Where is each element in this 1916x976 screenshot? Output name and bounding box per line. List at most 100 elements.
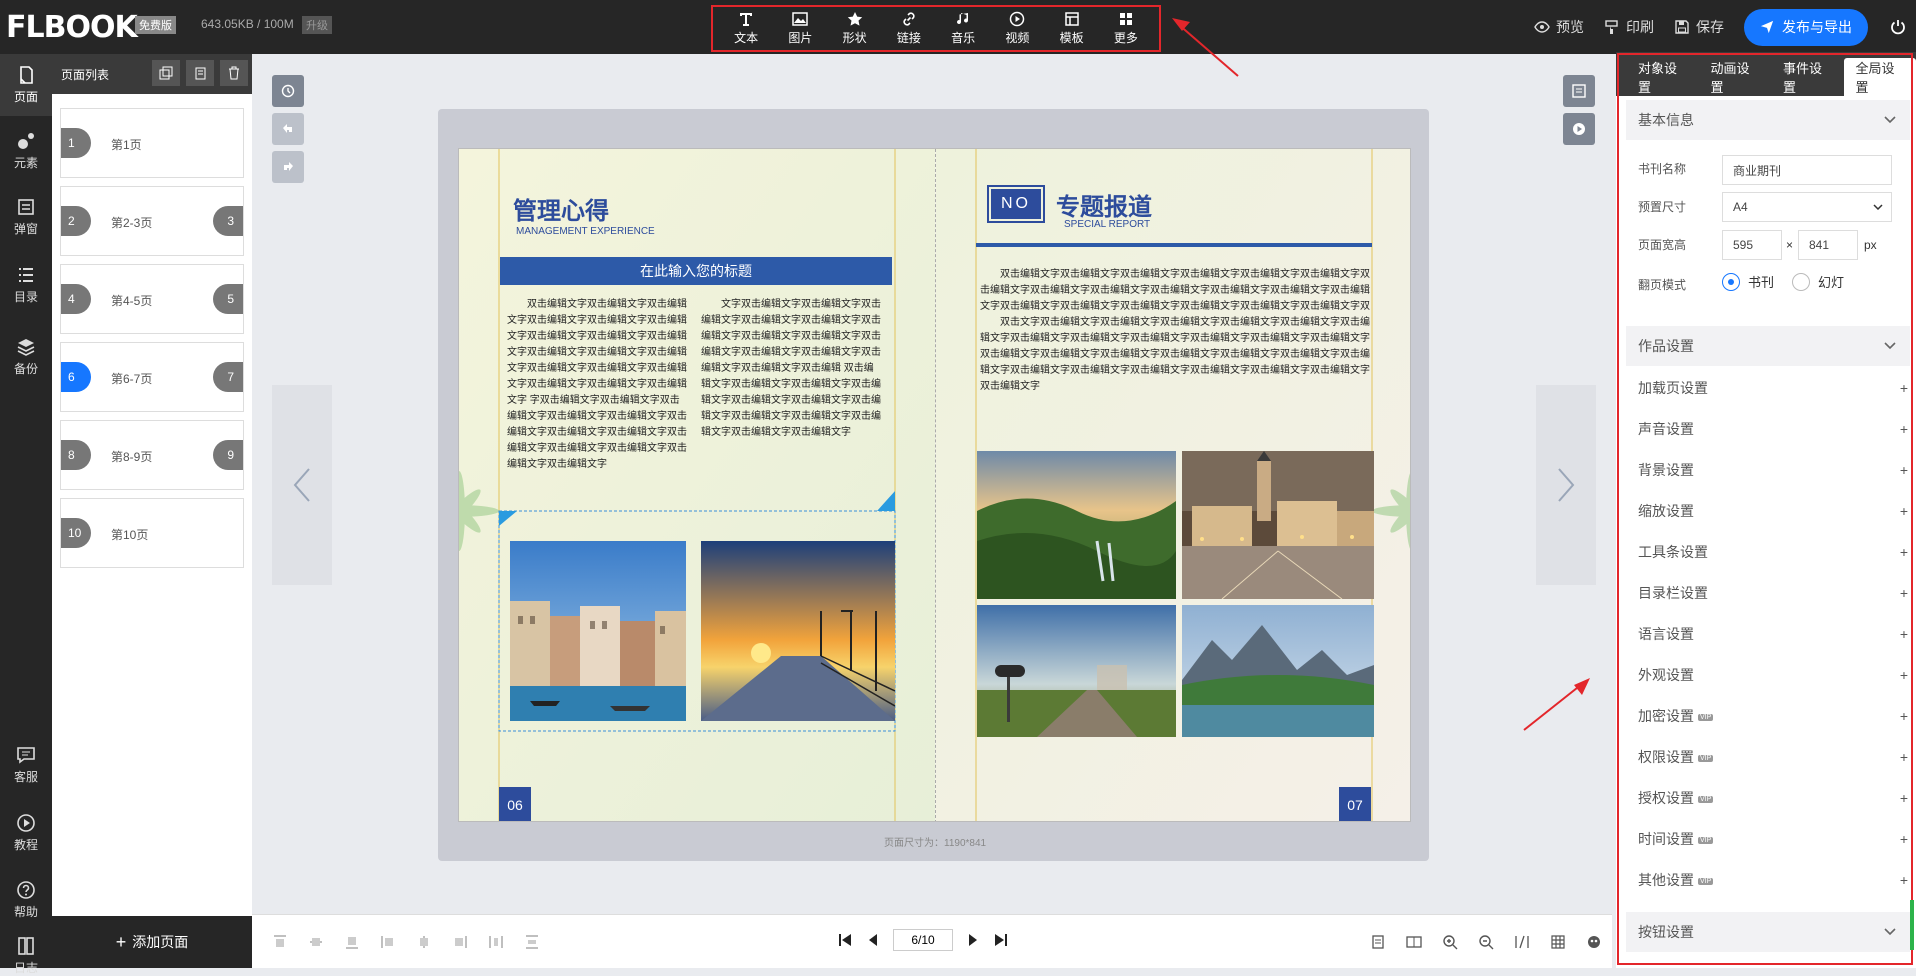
fit-icon[interactable] xyxy=(1514,934,1530,950)
delete-page-button[interactable] xyxy=(220,60,248,86)
page-thumb-8-9[interactable]: 8 第8-9页 9 xyxy=(60,420,244,490)
page-input[interactable] xyxy=(893,929,953,951)
body-text-col1[interactable]: 双击编辑文字双击编辑文字双击编辑文字双击编辑文字双击编辑文字双击编辑文字双击编辑… xyxy=(507,297,687,491)
setting-background[interactable]: 背景设置+ xyxy=(1638,450,1908,490)
undo-button[interactable] xyxy=(272,113,304,145)
page-height-input[interactable]: 841 xyxy=(1798,230,1858,260)
nav-backup[interactable]: 备份 xyxy=(0,326,52,388)
nav-elements[interactable]: 元素 xyxy=(0,120,52,182)
page-thumb-6-7[interactable]: 6 第6-7页 7 xyxy=(60,342,244,412)
flip-mode-slide-radio[interactable]: 幻灯 xyxy=(1792,272,1844,291)
publish-button[interactable]: 发布与导出 xyxy=(1744,9,1868,46)
zoom-out-icon[interactable] xyxy=(1478,934,1494,950)
copy-page-button[interactable] xyxy=(152,60,180,86)
nav-help[interactable]: 帮助 xyxy=(0,869,52,931)
setting-authorization[interactable]: 授权设置VIP+ xyxy=(1638,778,1908,818)
page-width-input[interactable]: 595 xyxy=(1722,230,1782,260)
setting-toolbar[interactable]: 工具条设置+ xyxy=(1638,532,1908,572)
body-text-para2[interactable]: 双击文字双击编辑文字双击编辑文字双击编辑文字双击编辑文字双击编辑文字双击编辑文字… xyxy=(980,315,1370,395)
power-button[interactable] xyxy=(1880,19,1916,35)
prev-page-arrow[interactable] xyxy=(272,385,332,585)
setting-time[interactable]: 时间设置VIP+ xyxy=(1638,819,1908,859)
prev-page-icon[interactable] xyxy=(865,932,881,948)
tool-more[interactable]: 更多 xyxy=(1101,11,1151,46)
play-preview-button[interactable] xyxy=(1563,113,1595,145)
preview-button[interactable]: 预览 xyxy=(1534,17,1584,37)
basic-info-header[interactable]: 基本信息 xyxy=(1626,100,1910,140)
theme-icon[interactable] xyxy=(1586,934,1602,950)
tool-link[interactable]: 链接 xyxy=(884,11,934,46)
nav-tutorial[interactable]: 教程 xyxy=(0,802,52,864)
nav-page[interactable]: 页面 xyxy=(0,54,52,116)
photo-venice[interactable] xyxy=(510,541,686,721)
setting-encryption[interactable]: 加密设置VIP+ xyxy=(1638,696,1908,736)
book-name-input[interactable]: 商业期刊 xyxy=(1722,155,1892,185)
tab-object-settings[interactable]: 对象设置 xyxy=(1626,58,1699,96)
photo-mountain-lake[interactable] xyxy=(1182,605,1374,737)
align-left-icon[interactable] xyxy=(380,934,396,950)
add-page-button[interactable]: + 添加页面 xyxy=(52,916,252,968)
first-page-icon[interactable] xyxy=(837,932,853,948)
page-7[interactable]: NO 专题报道 SPECIAL REPORT 双击编辑文字双击编辑文字双击编辑文… xyxy=(936,149,1411,822)
setting-other[interactable]: 其他设置VIP+ xyxy=(1638,860,1908,900)
page-thumb-2-3[interactable]: 2 第2-3页 3 xyxy=(60,186,244,256)
settings-scrollbar[interactable] xyxy=(1910,900,1914,950)
distribute-h-icon[interactable] xyxy=(488,934,504,950)
zoom-in-icon[interactable] xyxy=(1442,934,1458,950)
setting-sound[interactable]: 声音设置+ xyxy=(1638,409,1908,449)
section-title[interactable]: 专题报道 xyxy=(1056,187,1152,222)
redo-button[interactable] xyxy=(272,151,304,183)
section-subtitle[interactable]: MANAGEMENT EXPERIENCE xyxy=(516,226,655,237)
next-page-arrow[interactable] xyxy=(1536,385,1596,585)
align-top-icon[interactable] xyxy=(272,934,288,950)
page-thumb-1[interactable]: 1 第1页 xyxy=(60,108,244,178)
body-text-para1[interactable]: 双击编辑文字双击编辑文字双击编辑文字双击编辑文字双击编辑文字双击编辑文字双击编辑… xyxy=(980,267,1370,315)
next-page-icon[interactable] xyxy=(965,932,981,948)
print-button[interactable]: 印刷 xyxy=(1604,17,1654,37)
headline-bar[interactable]: 在此输入您的标题 xyxy=(500,257,892,285)
setting-loading-page[interactable]: 加载页设置+ xyxy=(1638,368,1908,408)
nav-popup[interactable]: 弹窗 xyxy=(0,186,52,248)
page-settings-button[interactable] xyxy=(1563,75,1595,107)
tool-text[interactable]: 文本 xyxy=(721,11,771,46)
tool-music[interactable]: 音乐 xyxy=(938,11,988,46)
nav-log[interactable]: 日志 xyxy=(0,936,52,976)
flip-mode-book-radio[interactable]: 书刊 xyxy=(1722,272,1774,291)
page-6[interactable]: 管理心得 MANAGEMENT EXPERIENCE 在此输入您的标题 双击编辑… xyxy=(459,149,935,822)
save-button[interactable]: 保存 xyxy=(1674,17,1724,37)
align-center-icon[interactable] xyxy=(416,934,432,950)
duplicate-page-button[interactable] xyxy=(186,60,214,86)
button-settings-header[interactable]: 按钮设置 xyxy=(1626,912,1910,952)
tab-global-settings[interactable]: 全局设置 xyxy=(1844,58,1916,96)
tool-template[interactable]: 模板 xyxy=(1047,11,1097,46)
preset-size-select[interactable]: A4 xyxy=(1722,192,1892,222)
section-subtitle[interactable]: SPECIAL REPORT xyxy=(1064,219,1150,230)
last-page-icon[interactable] xyxy=(993,932,1009,948)
setting-language[interactable]: 语言设置+ xyxy=(1638,614,1908,654)
tool-shape[interactable]: 形状 xyxy=(830,11,880,46)
tab-animation-settings[interactable]: 动画设置 xyxy=(1699,58,1772,96)
setting-toc-bar[interactable]: 目录栏设置+ xyxy=(1638,573,1908,613)
work-settings-header[interactable]: 作品设置 xyxy=(1626,326,1910,366)
setting-appearance[interactable]: 外观设置+ xyxy=(1638,655,1908,695)
distribute-v-icon[interactable] xyxy=(524,934,540,950)
setting-zoom[interactable]: 缩放设置+ xyxy=(1638,491,1908,531)
nav-support[interactable]: 客服 xyxy=(0,734,52,796)
photo-pier-sunset[interactable] xyxy=(701,541,895,721)
photo-waterfall-hills[interactable] xyxy=(977,451,1176,599)
tool-image[interactable]: 图片 xyxy=(775,11,825,46)
history-button[interactable] xyxy=(272,75,304,107)
align-bottom-icon[interactable] xyxy=(344,934,360,950)
photo-night-town[interactable] xyxy=(1182,451,1374,599)
align-middle-icon[interactable] xyxy=(308,934,324,950)
single-page-icon[interactable] xyxy=(1370,934,1386,950)
double-page-icon[interactable] xyxy=(1406,934,1422,950)
section-title[interactable]: 管理心得 xyxy=(513,191,609,226)
tool-video[interactable]: 视频 xyxy=(992,11,1042,46)
page-thumb-10[interactable]: 10 第10页 xyxy=(60,498,244,568)
align-right-icon[interactable] xyxy=(452,934,468,950)
setting-permission[interactable]: 权限设置VIP+ xyxy=(1638,737,1908,777)
page-thumb-4-5[interactable]: 4 第4-5页 5 xyxy=(60,264,244,334)
upgrade-button[interactable]: 升级 xyxy=(302,16,332,34)
logo[interactable]: FLBOOK® xyxy=(6,10,146,45)
